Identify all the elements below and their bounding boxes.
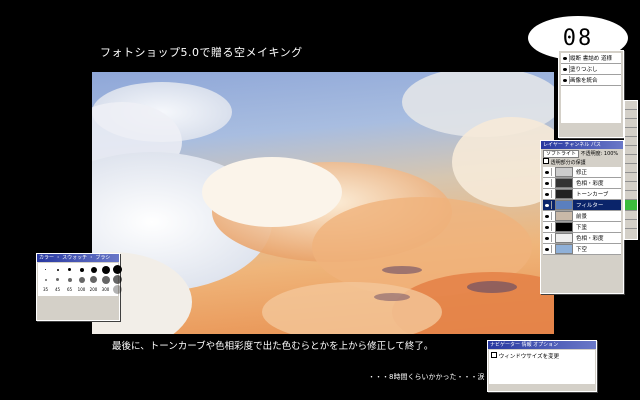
layer-row[interactable]: 前景 <box>543 211 621 222</box>
layer-thumbnail <box>555 233 573 243</box>
layer-row-selected[interactable]: フィルター <box>543 200 621 211</box>
toolbox[interactable] <box>624 100 638 240</box>
eye-icon[interactable] <box>543 168 552 176</box>
layer-thumbnail <box>555 200 573 210</box>
brush-preset[interactable] <box>112 265 123 274</box>
tool-button[interactable] <box>625 101 637 110</box>
eye-icon[interactable] <box>543 223 552 231</box>
brush-preset[interactable] <box>64 275 75 284</box>
brush-preset[interactable] <box>52 275 63 284</box>
history-item[interactable]: 縦断 書詰め 道様 <box>561 53 621 64</box>
tool-button[interactable] <box>625 220 637 229</box>
layer-row[interactable]: 色相・彩度 <box>543 233 621 244</box>
resize-window-label: ウィンドウサイズを変更 <box>498 354 560 360</box>
layers-options: ソフトライト 不透明度: 100% <box>541 149 623 158</box>
brush-preset[interactable] <box>40 275 51 284</box>
tool-button[interactable] <box>625 155 637 164</box>
layer-row[interactable]: 色相・彩度 <box>543 178 621 189</box>
brush-preset[interactable] <box>76 275 87 284</box>
layer-row[interactable]: 修正 <box>543 167 621 178</box>
footnote-text: ・・・8時間くらいかかった・・・涙 <box>368 373 485 381</box>
eye-icon[interactable] <box>543 245 552 253</box>
layer-row[interactable]: トーンカーブ <box>543 189 621 200</box>
brush-size-label[interactable]: 100 <box>76 285 87 294</box>
layer-row[interactable]: 下空 <box>543 244 621 255</box>
brush-preset[interactable] <box>100 275 111 284</box>
brush-size-label[interactable]: 65 <box>64 285 75 294</box>
layer-row[interactable]: 下塗 <box>543 222 621 233</box>
caption-text: 最後に、トーンカーブや色相彩度で出た色むらとかを上から修正して終了。 <box>112 341 434 352</box>
layer-thumbnail <box>555 222 573 232</box>
preserve-transparency-option[interactable]: 透明部分の保護 <box>541 158 623 167</box>
brush-preset[interactable] <box>52 265 63 274</box>
eye-icon[interactable] <box>543 179 552 187</box>
brush-preset[interactable] <box>40 265 51 274</box>
navigator-panel[interactable]: ナビゲーター 情報 オプション ウィンドウサイズを変更 <box>487 340 597 392</box>
brush-panel[interactable]: カラー ・ スウォッチ ・ ブラシ 35 45 65 100 200 300 <box>36 253 122 321</box>
layer-thumbnail <box>555 167 573 177</box>
tool-button[interactable] <box>625 146 637 155</box>
brush-preset[interactable] <box>76 265 87 274</box>
opacity-label: 不透明度: <box>580 151 603 157</box>
brush-preset[interactable] <box>100 265 111 274</box>
brush-grid: 35 45 65 100 200 300 <box>38 263 122 296</box>
brush-size-label[interactable]: 300 <box>100 285 111 294</box>
layers-list: 修正 色相・彩度 トーンカーブ フィルター 前景 下塗 色相・彩度 下空 <box>543 167 621 255</box>
tool-button[interactable] <box>625 137 637 146</box>
brush-preset[interactable] <box>88 265 99 274</box>
tool-button[interactable] <box>625 119 637 128</box>
eye-icon[interactable] <box>543 212 552 220</box>
sky-canvas <box>92 72 554 334</box>
tool-button[interactable] <box>625 182 637 191</box>
layer-thumbnail <box>555 178 573 188</box>
tool-button[interactable] <box>625 164 637 173</box>
eye-icon[interactable] <box>543 201 552 209</box>
checkbox-icon[interactable] <box>543 158 549 164</box>
history-list: 縦断 書詰め 道様 塗りつぶし 画像を統合 <box>561 53 621 123</box>
brush-size-label[interactable]: 35 <box>40 285 51 294</box>
layer-thumbnail <box>555 189 573 199</box>
tool-button[interactable] <box>625 173 637 182</box>
brush-panel-titlebar[interactable]: カラー ・ スウォッチ ・ ブラシ <box>37 254 119 262</box>
brush-preset[interactable] <box>112 275 123 284</box>
checkbox-icon[interactable] <box>561 65 570 73</box>
layers-panel[interactable]: レイヤー チャンネル パス ソフトライト 不透明度: 100% 透明部分の保護 … <box>540 140 624 294</box>
checkbox-icon[interactable] <box>561 54 570 62</box>
preserve-transparency-label: 透明部分の保護 <box>550 160 586 166</box>
checkbox-icon[interactable] <box>561 76 570 84</box>
layers-panel-titlebar[interactable]: レイヤー チャンネル パス <box>541 141 623 149</box>
tool-button[interactable] <box>625 128 637 137</box>
foreground-color-swatch[interactable] <box>625 200 637 211</box>
blend-mode-select[interactable]: ソフトライト <box>543 150 580 158</box>
brush-preset[interactable] <box>64 265 75 274</box>
tool-button[interactable] <box>625 211 637 220</box>
brush-size-label[interactable]: 200 <box>88 285 99 294</box>
history-item[interactable]: 画像を統合 <box>561 75 621 86</box>
tool-button[interactable] <box>625 110 637 119</box>
sky-painting <box>92 72 554 334</box>
layer-thumbnail <box>555 211 573 221</box>
eye-icon[interactable] <box>543 234 552 242</box>
history-panel[interactable]: 縦断 書詰め 道様 塗りつぶし 画像を統合 <box>558 50 624 138</box>
slide-title: フォトショップ5.0で贈る空メイキング <box>100 46 303 59</box>
layer-thumbnail <box>555 244 573 254</box>
opacity-value[interactable]: 100% <box>604 151 618 157</box>
tool-button[interactable] <box>625 191 637 200</box>
brush-size-label[interactable]: 45 <box>52 285 63 294</box>
checkbox-icon[interactable] <box>491 352 497 358</box>
history-item[interactable]: 塗りつぶし <box>561 64 621 75</box>
brush-preset[interactable] <box>112 285 123 294</box>
brush-preset[interactable] <box>88 275 99 284</box>
navigator-panel-titlebar[interactable]: ナビゲーター 情報 オプション <box>488 341 596 349</box>
navigator-option[interactable]: ウィンドウサイズを変更 <box>489 350 595 384</box>
eye-icon[interactable] <box>543 190 552 198</box>
